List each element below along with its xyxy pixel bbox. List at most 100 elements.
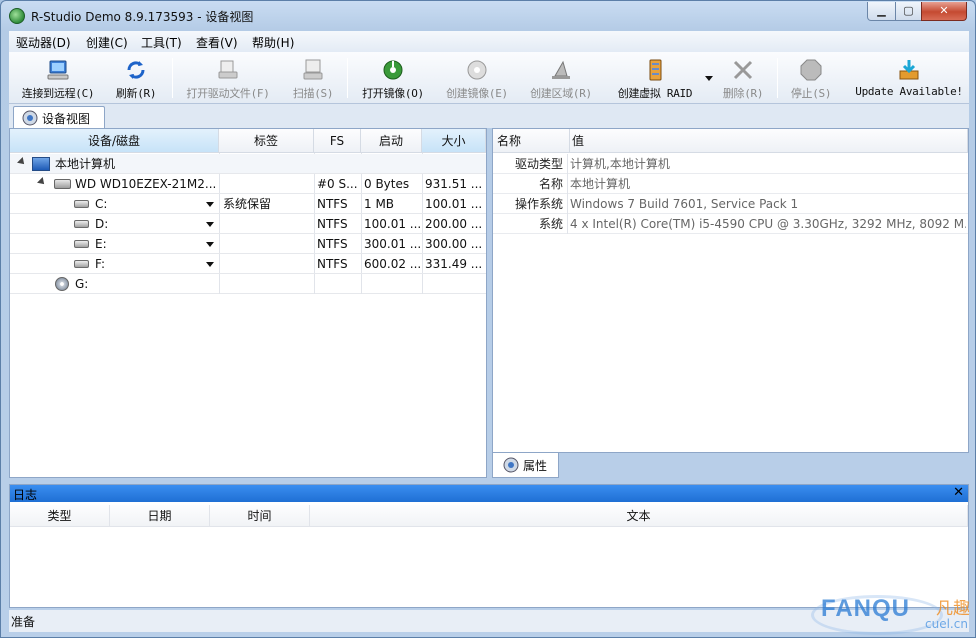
update-icon	[899, 60, 919, 80]
tree-item-label: F:	[95, 257, 106, 271]
cell-size: 200.00 ...	[425, 217, 483, 231]
hard-disk-icon	[54, 179, 71, 189]
menu-drive[interactable]: 驱动器(D)	[16, 34, 71, 51]
property-value: Windows 7 Build 7601, Service Pack 1	[570, 197, 799, 211]
log-column-text[interactable]: 文本	[310, 505, 968, 527]
log-column-type[interactable]: 类型	[10, 505, 110, 527]
watermark-domain: cuel.cn	[925, 617, 968, 631]
chevron-down-icon[interactable]	[206, 242, 214, 247]
toolbar: 连接到远程(C) 刷新(R) 打开驱动文件(F) 扫描(S) 打开镜像(O) 创…	[9, 52, 969, 104]
remote-connect-icon	[47, 60, 69, 80]
create-region-icon	[552, 60, 570, 79]
cell-fs: NTFS	[317, 197, 348, 211]
menu-tools[interactable]: 工具(T)	[141, 34, 182, 51]
create-raid-dropdown-icon[interactable]	[705, 76, 713, 81]
device-view-icon	[22, 110, 38, 126]
collapse-arrow-icon[interactable]	[17, 157, 27, 167]
menu-create[interactable]: 创建(C)	[86, 34, 128, 51]
property-value: 本地计算机	[570, 177, 631, 191]
column-label[interactable]: 标签	[219, 129, 314, 153]
log-panel: 日志 ✕ 类型 日期 时间 文本	[9, 484, 969, 608]
column-fs[interactable]: FS	[314, 129, 361, 153]
log-title: 日志	[13, 488, 38, 502]
tab-properties[interactable]: 属性	[492, 453, 559, 478]
property-row[interactable]: 操作系统 Windows 7 Build 7601, Service Pack …	[493, 194, 968, 214]
view-tab-strip: 设备视图	[9, 104, 969, 129]
close-button[interactable]: ✕	[921, 2, 967, 21]
window-title: R-Studio Demo 8.9.173593 - 设备视图	[31, 10, 254, 24]
cell-start: 0 Bytes	[364, 177, 410, 191]
cell-size: 331.49 ...	[425, 257, 483, 271]
tree-row-partition-d[interactable]: D: NTFS 100.01 ... 200.00 ...	[10, 214, 486, 234]
log-column-time[interactable]: 时间	[210, 505, 310, 527]
log-close-icon[interactable]: ✕	[953, 485, 964, 500]
property-row[interactable]: 系统 4 x Intel(R) Core(TM) i5-4590 CPU @ 3…	[493, 214, 968, 234]
create-image-button[interactable]: 创建镜像(E)	[439, 56, 515, 102]
connect-remote-button[interactable]: 连接到远程(C)	[15, 56, 101, 102]
tree-row-partition-c[interactable]: C: 系统保留 NTFS 1 MB 100.01 ...	[10, 194, 486, 214]
open-drive-file-button[interactable]: 打开驱动文件(F)	[181, 56, 275, 102]
column-property-value[interactable]: 值	[570, 129, 968, 153]
scan-button[interactable]: 扫描(S)	[287, 56, 339, 102]
create-raid-icon	[649, 59, 662, 81]
open-drive-file-icon	[218, 60, 238, 79]
collapse-arrow-icon[interactable]	[37, 177, 47, 187]
toolbar-separator	[172, 58, 173, 98]
tree-row-drive-g[interactable]: G:	[10, 274, 486, 294]
chevron-down-icon[interactable]	[206, 202, 214, 207]
open-image-button[interactable]: 打开镜像(O)	[355, 56, 431, 102]
delete-button[interactable]: 删除(R)	[717, 56, 769, 102]
minimize-button[interactable]: ▁	[867, 2, 896, 21]
cell-start: 100.01 ...	[364, 217, 420, 231]
update-available-button[interactable]: Update Available!	[855, 56, 963, 102]
refresh-button[interactable]: 刷新(R)	[109, 56, 163, 102]
tree-item-label: WD WD10EZEX-21M2...	[75, 177, 217, 191]
delete-label: 删除(R)	[722, 87, 764, 100]
status-text: 准备	[11, 615, 36, 629]
property-row[interactable]: 名称 本地计算机	[493, 174, 968, 194]
property-key: 名称	[493, 174, 568, 194]
column-divider	[314, 274, 315, 294]
create-region-button[interactable]: 创建区域(R)	[523, 56, 599, 102]
tree-row-partition-e[interactable]: E: NTFS 300.01 ... 300.00 ...	[10, 234, 486, 254]
property-key: 操作系统	[493, 194, 568, 214]
chevron-down-icon[interactable]	[206, 222, 214, 227]
property-key: 系统	[493, 214, 568, 234]
create-raid-button[interactable]: 创建虚拟 RAID	[609, 56, 701, 102]
cell-size: 100.01 ...	[425, 197, 483, 211]
refresh-icon	[127, 61, 145, 79]
tree-item-label: 本地计算机	[55, 157, 116, 171]
partition-icon	[74, 220, 89, 228]
property-key: 驱动类型	[493, 154, 568, 174]
properties-panel: 名称 值 驱动类型 计算机,本地计算机 名称 本地计算机 操作系统 Window…	[492, 128, 969, 453]
cell-label	[223, 174, 311, 194]
tree-row-local-computer[interactable]: 本地计算机	[10, 154, 486, 174]
chevron-down-icon[interactable]	[206, 262, 214, 267]
column-device-disk[interactable]: 设备/磁盘	[10, 129, 219, 153]
menu-view[interactable]: 查看(V)	[196, 34, 238, 51]
tree-row-partition-f[interactable]: F: NTFS 600.02 ... 331.49 ...	[10, 254, 486, 274]
cell-fs: NTFS	[317, 257, 348, 271]
column-start[interactable]: 启动	[361, 129, 422, 153]
title-bar[interactable]: R-Studio Demo 8.9.173593 - 设备视图 ▁ ▢ ✕	[1, 1, 975, 31]
menu-help[interactable]: 帮助(H)	[252, 34, 294, 51]
stop-icon	[800, 59, 822, 81]
menu-bar: 驱动器(D) 创建(C) 工具(T) 查看(V) 帮助(H)	[9, 31, 969, 52]
column-property-name[interactable]: 名称	[493, 129, 570, 153]
scan-label: 扫描(S)	[292, 87, 334, 100]
log-column-date[interactable]: 日期	[110, 505, 210, 527]
property-row[interactable]: 驱动类型 计算机,本地计算机	[493, 154, 968, 174]
cell-start: 600.02 ...	[364, 257, 420, 271]
column-divider	[361, 274, 362, 294]
tab-device-view[interactable]: 设备视图	[13, 106, 105, 129]
cell-label	[223, 214, 311, 234]
column-size[interactable]: 大小	[422, 129, 486, 153]
cell-size: 300.00 ...	[425, 237, 483, 251]
watermark-logo: FANQU 凡趣 cuel.cn	[811, 591, 976, 638]
tree-row-disk[interactable]: WD WD10EZEX-21M2... #0 S... 0 Bytes 931.…	[10, 174, 486, 194]
watermark-brand: FANQU	[821, 595, 910, 622]
cell-start: 300.01 ...	[364, 237, 420, 251]
maximize-button[interactable]: ▢	[895, 2, 922, 21]
log-title-bar: 日志 ✕	[10, 485, 968, 502]
stop-button[interactable]: 停止(S)	[785, 56, 837, 102]
